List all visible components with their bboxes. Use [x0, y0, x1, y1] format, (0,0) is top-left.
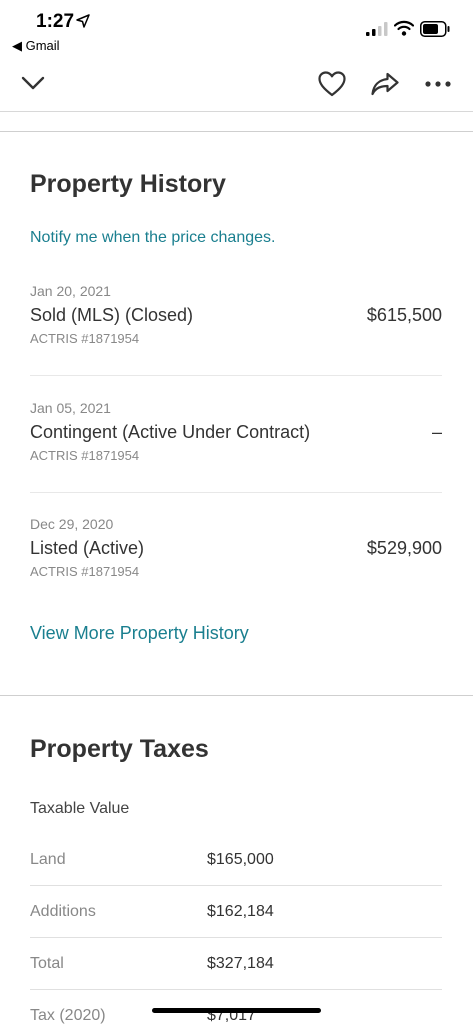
taxable-value-label: Taxable Value	[30, 800, 130, 817]
tax-label: Total	[30, 955, 64, 972]
cellular-signal-icon	[366, 22, 388, 36]
wifi-icon	[394, 20, 414, 36]
battery-icon	[420, 21, 450, 37]
chevron-down-icon	[21, 76, 45, 90]
status-time: 1:27	[36, 11, 75, 32]
tax-label: Tax (2020)	[30, 1007, 106, 1024]
tax-row: Land $165,000	[30, 834, 442, 886]
top-toolbar	[0, 62, 473, 112]
history-item: Jan 20, 2021 Sold (MLS) (Closed) $615,50…	[30, 283, 442, 393]
share-button[interactable]	[370, 69, 400, 99]
view-more-history-link[interactable]: View More Property History	[30, 623, 249, 644]
tax-row: Tax (2020) $7,017	[30, 990, 442, 1024]
history-date: Jan 20, 2021	[30, 283, 111, 299]
tax-value: $165,000	[207, 851, 274, 868]
tax-row: Total $327,184	[30, 938, 442, 990]
location-arrow-icon	[76, 14, 90, 28]
status-bar: 1:27 ◀ Gmail	[0, 0, 473, 60]
history-price: $529,900	[366, 538, 442, 558]
section-divider	[0, 695, 473, 696]
row-divider	[30, 492, 442, 493]
collapse-button[interactable]	[18, 68, 48, 98]
share-icon	[371, 72, 399, 96]
favorite-button[interactable]	[317, 69, 347, 99]
heart-icon	[318, 71, 346, 97]
property-taxes-title: Property Taxes	[30, 735, 209, 763]
tax-row: Additions $162,184	[30, 886, 442, 938]
history-source: ACTRIS #1871954	[30, 564, 140, 579]
tax-value: $162,184	[207, 903, 274, 920]
more-options-button[interactable]	[424, 69, 454, 99]
back-to-app-link[interactable]: ◀ Gmail	[12, 38, 60, 54]
history-event: Contingent (Active Under Contract)	[30, 422, 311, 442]
history-date: Jan 05, 2021	[30, 400, 111, 416]
history-price: $615,500	[366, 305, 442, 325]
notify-price-change-link[interactable]: Notify me when the price changes.	[30, 229, 275, 247]
history-item: Jan 05, 2021 Contingent (Active Under Co…	[30, 400, 442, 510]
section-divider	[0, 131, 473, 132]
history-event: Listed (Active)	[30, 538, 145, 558]
row-divider	[30, 375, 442, 376]
more-icon	[425, 81, 451, 87]
tax-value: $327,184	[207, 955, 274, 972]
history-event: Sold (MLS) (Closed)	[30, 305, 194, 325]
property-history-title: Property History	[30, 170, 226, 198]
history-source: ACTRIS #1871954	[30, 331, 140, 346]
tax-label: Land	[30, 851, 66, 868]
history-item: Dec 29, 2020 Listed (Active) $529,900 AC…	[30, 516, 442, 626]
home-indicator[interactable]	[152, 1008, 321, 1013]
history-price: –	[431, 422, 442, 442]
tax-label: Additions	[30, 903, 96, 920]
history-date: Dec 29, 2020	[30, 516, 114, 532]
history-source: ACTRIS #1871954	[30, 448, 140, 463]
